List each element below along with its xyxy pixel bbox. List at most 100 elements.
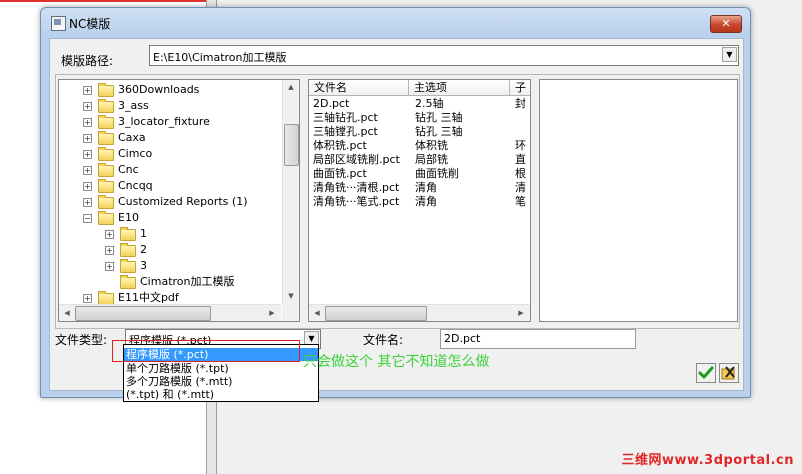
window-title: NC模版	[69, 17, 111, 31]
file-type-label: 文件类型:	[55, 333, 108, 347]
tree-item[interactable]: − E10	[59, 210, 281, 226]
template-path-value: E:\E10\Cimatron加工模版	[153, 51, 287, 64]
tree-item-label: Customized Reports (1)	[118, 195, 248, 208]
window-icon	[51, 16, 66, 31]
folder-icon	[98, 131, 114, 145]
tree-item[interactable]: +1	[59, 226, 281, 242]
cancel-button[interactable]	[719, 363, 739, 383]
folder-cancel-icon	[721, 366, 735, 380]
tree-item-label: 1	[140, 227, 147, 240]
expand-icon[interactable]: +	[83, 102, 92, 111]
folder-icon	[98, 195, 114, 209]
list-cell-filename: 三轴钻孔.pct	[313, 111, 378, 124]
list-cell-main-option: 曲面铣削	[415, 167, 459, 180]
template-path-combo[interactable]: E:\E10\Cimatron加工模版 ▼	[149, 45, 739, 66]
tree-item[interactable]: +3_ass	[59, 98, 281, 114]
tree-item-label: 3_ass	[118, 99, 149, 112]
tree-item[interactable]: + Caxa	[59, 130, 281, 146]
chevron-down-icon[interactable]: ▼	[722, 47, 737, 62]
tree-item[interactable]: + Customized Reports (1)	[59, 194, 281, 210]
list-cell-main-option: 清角	[415, 195, 437, 208]
expand-icon[interactable]: +	[105, 230, 114, 239]
list-cell-sub-option: 清	[515, 181, 526, 194]
list-horizontal-scrollbar[interactable]: ◀ ▶	[309, 304, 530, 321]
file-name-label: 文件名:	[363, 333, 404, 347]
folder-icon	[98, 83, 114, 97]
file-type-option[interactable]: (*.tpt) 和 (*.mtt)	[124, 388, 318, 401]
scroll-down-icon[interactable]: ▼	[284, 289, 298, 303]
folder-icon	[98, 99, 114, 113]
list-hscroll-thumb[interactable]	[325, 306, 427, 321]
expand-icon[interactable]: +	[83, 150, 92, 159]
list-cell-main-option: 钻孔 三轴	[415, 111, 463, 124]
expand-icon[interactable]: +	[83, 86, 92, 95]
tree-item-label: Caxa	[118, 131, 146, 144]
tree-hscroll-thumb[interactable]	[75, 306, 211, 321]
tree-item[interactable]: + Cnc	[59, 162, 281, 178]
scroll-left-icon[interactable]: ◀	[60, 306, 74, 320]
folder-icon	[98, 179, 114, 193]
expand-icon[interactable]: +	[105, 262, 114, 271]
expand-icon[interactable]: +	[83, 118, 92, 127]
column-header-main-option[interactable]: 主选项	[409, 80, 510, 96]
list-cell-filename: 曲面铣.pct	[313, 167, 367, 180]
scroll-left-icon[interactable]: ◀	[310, 306, 324, 320]
tree-item[interactable]: Cimatron加工模版	[59, 274, 281, 290]
tree-item[interactable]: + Cncqq	[59, 178, 281, 194]
tree-item-label: Cncqq	[118, 179, 153, 192]
tree-item[interactable]: + Cimco	[59, 146, 281, 162]
file-name-value: 2D.pct	[444, 332, 481, 345]
file-name-input[interactable]: 2D.pct	[440, 329, 636, 349]
tree-item[interactable]: +360Downloads	[59, 82, 281, 98]
expand-icon[interactable]: +	[83, 294, 92, 303]
column-header-sub-option[interactable]: 子	[510, 80, 530, 96]
list-cell-filename: 体积铣.pct	[313, 139, 367, 152]
template-file-list[interactable]: 文件名 主选项 子 2D.pct 2.5轴封三轴钻孔.pct 钻孔 三轴 三轴镗孔.p…	[308, 79, 531, 322]
expand-icon[interactable]: +	[83, 182, 92, 191]
tree-item[interactable]: +3	[59, 258, 281, 274]
tree-item-label: Cimatron加工模版	[140, 275, 235, 288]
file-type-option[interactable]: 多个刀路模版 (*.mtt)	[124, 375, 318, 388]
list-cell-filename: 清角铣···清根.pct	[313, 181, 400, 194]
title-bar[interactable]: NC模版 ✕	[41, 8, 750, 36]
tree-vertical-scrollbar[interactable]: ▲ ▼	[282, 80, 299, 304]
folder-icon	[120, 275, 136, 289]
close-button[interactable]: ✕	[710, 15, 742, 33]
folder-icon	[98, 115, 114, 129]
ok-button[interactable]	[696, 363, 716, 383]
folder-icon	[120, 243, 136, 257]
tree-item[interactable]: +2	[59, 242, 281, 258]
folder-tree[interactable]: +360Downloads +3_ass +3_locator_fixture + Ca…	[58, 79, 300, 322]
tree-item-label: 2	[140, 243, 147, 256]
tree-scroll-thumb[interactable]	[284, 124, 299, 166]
expand-icon[interactable]: +	[105, 246, 114, 255]
list-cell-sub-option: 根	[515, 167, 526, 180]
list-cell-sub-option	[515, 125, 529, 139]
list-cell-filename: 局部区域铣削.pct	[313, 153, 400, 166]
list-cell-sub-option: 环	[515, 139, 526, 152]
column-header-filename[interactable]: 文件名	[309, 80, 409, 96]
folder-icon	[98, 147, 114, 161]
expand-icon[interactable]: +	[83, 198, 92, 207]
list-cell-filename: 2D.pct	[313, 97, 350, 110]
list-cell-filename: 清角铣···笔式.pct	[313, 195, 400, 208]
scroll-up-icon[interactable]: ▲	[284, 80, 298, 94]
file-type-option[interactable]: 单个刀路模版 (*.tpt)	[124, 362, 318, 375]
expand-icon[interactable]: +	[83, 134, 92, 143]
highlight-box	[112, 340, 300, 362]
list-cell-sub-option: 封	[515, 97, 526, 110]
preview-pane	[539, 79, 738, 322]
tree-item[interactable]: +3_locator_fixture	[59, 114, 281, 130]
expand-icon[interactable]: +	[83, 166, 92, 175]
folder-icon	[120, 259, 136, 273]
background-red-line	[0, 0, 210, 2]
collapse-icon[interactable]: −	[83, 214, 92, 223]
watermark: 三维网www.3dportal.cn	[621, 453, 794, 468]
tree-item-label: 3	[140, 259, 147, 272]
scroll-right-icon[interactable]: ▶	[514, 306, 528, 320]
folder-icon	[98, 211, 114, 225]
list-cell-sub-option	[515, 111, 529, 125]
tree-horizontal-scrollbar[interactable]: ◀ ▶	[59, 304, 281, 321]
list-cell-main-option: 钻孔 三轴	[415, 125, 463, 138]
scroll-right-icon[interactable]: ▶	[265, 306, 279, 320]
